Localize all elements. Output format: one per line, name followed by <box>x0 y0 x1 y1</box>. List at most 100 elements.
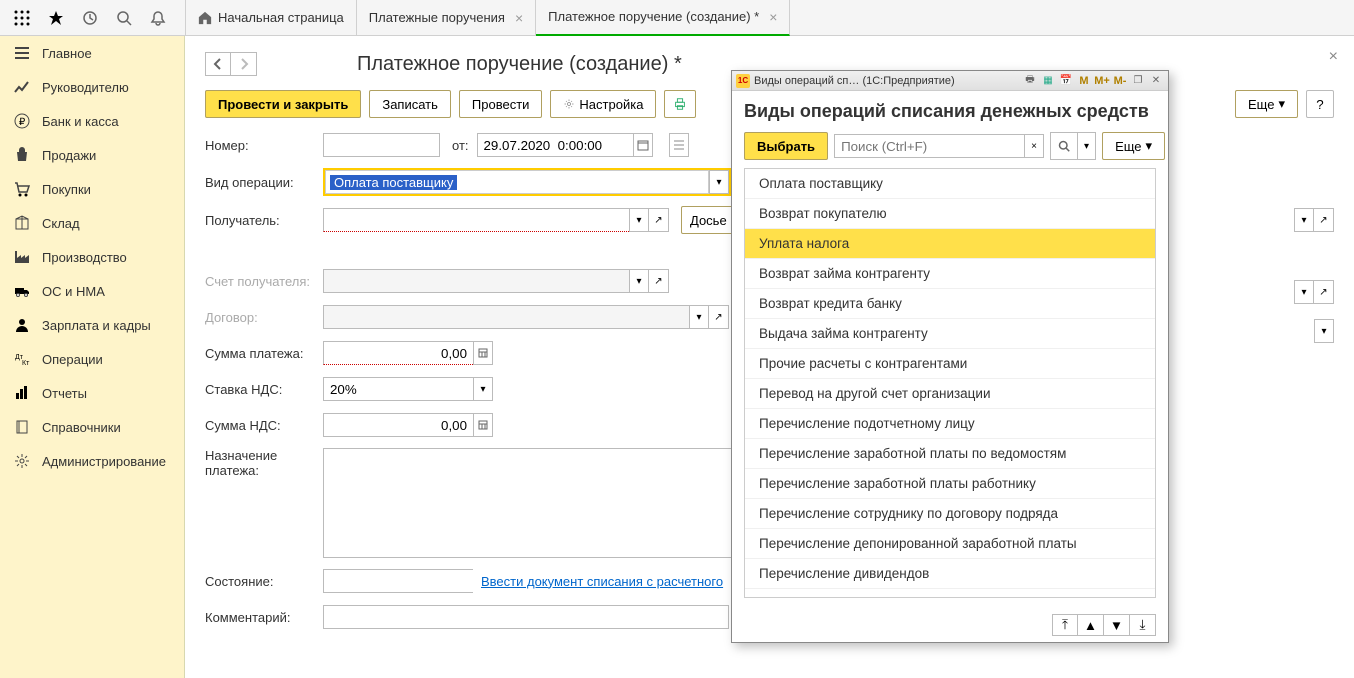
printer-icon <box>673 97 687 111</box>
sidebar-item-hr[interactable]: Зарплата и кадры <box>0 308 184 342</box>
comment-input[interactable] <box>323 605 729 629</box>
list-item[interactable]: Прочие расчеты с контрагентами <box>745 349 1155 379</box>
search-icon[interactable] <box>116 10 132 26</box>
last-button[interactable]: ⤓ <box>1130 614 1156 636</box>
open-button[interactable]: ↗ <box>709 305 729 329</box>
contract-label: Договор: <box>205 310 315 325</box>
tab-payments[interactable]: Платежные поручения × <box>357 0 536 36</box>
dropdown-button[interactable]: ▾ <box>629 269 649 293</box>
star-icon[interactable] <box>48 10 64 26</box>
close-icon[interactable]: ✕ <box>1148 74 1164 88</box>
date-input[interactable] <box>477 133 633 157</box>
open-button[interactable]: ↗ <box>649 208 669 232</box>
status-input[interactable] <box>323 569 473 593</box>
settings-button[interactable]: Настройка <box>550 90 656 118</box>
close-icon[interactable]: × <box>515 10 523 26</box>
first-button[interactable]: ⤒ <box>1052 614 1078 636</box>
sidebar-item-label: Администрирование <box>42 454 166 469</box>
dropdown-button[interactable]: ▾ <box>629 208 649 232</box>
operation-field[interactable]: Оплата поставщику ▾ <box>323 168 731 196</box>
forward-button[interactable] <box>231 52 257 76</box>
list-item[interactable]: Выдача займа работнику <box>745 589 1155 598</box>
sidebar-item-purchases[interactable]: Покупки <box>0 172 184 206</box>
sidebar-item-reports[interactable]: Отчеты <box>0 376 184 410</box>
apps-icon[interactable] <box>14 10 30 26</box>
list-item[interactable]: Перечисление депонированной заработной п… <box>745 529 1155 559</box>
open-button[interactable]: ↗ <box>1314 280 1334 304</box>
list-item[interactable]: Выдача займа контрагенту <box>745 319 1155 349</box>
list-item[interactable]: Возврат покупателю <box>745 199 1155 229</box>
dropdown-button[interactable]: ▾ <box>709 170 729 194</box>
help-button[interactable]: ? <box>1306 90 1334 118</box>
open-button[interactable]: ↗ <box>649 269 669 293</box>
amount-input[interactable] <box>323 341 473 365</box>
calendar-icon[interactable]: 📅 <box>1058 74 1074 88</box>
m-icon[interactable]: M <box>1076 74 1092 88</box>
up-button[interactable]: ▲ <box>1078 614 1104 636</box>
list-item[interactable]: Перечисление заработной платы работнику <box>745 469 1155 499</box>
search-input[interactable] <box>834 134 1024 158</box>
sidebar-item-assets[interactable]: ОС и НМА <box>0 274 184 308</box>
bell-icon[interactable] <box>150 10 166 26</box>
vat-amount-input[interactable] <box>323 413 473 437</box>
list-item[interactable]: Оплата поставщику <box>745 169 1155 199</box>
calculator-button[interactable] <box>473 341 493 365</box>
clear-search-button[interactable]: × <box>1024 134 1044 158</box>
dropdown-button[interactable]: ▾ <box>1294 280 1314 304</box>
save-button[interactable]: Записать <box>369 90 451 118</box>
more-button[interactable]: Еще ▾ <box>1102 132 1165 160</box>
list-item[interactable]: Возврат кредита банку <box>745 289 1155 319</box>
list-item[interactable]: Перевод на другой счет организации <box>745 379 1155 409</box>
list-button[interactable] <box>669 133 689 157</box>
sidebar-item-main[interactable]: Главное <box>0 36 184 70</box>
m-minus-icon[interactable]: M- <box>1112 74 1128 88</box>
open-button[interactable]: ↗ <box>1314 208 1334 232</box>
sidebar-item-admin[interactable]: Администрирование <box>0 444 184 478</box>
recipient-input[interactable] <box>323 208 629 232</box>
tab-home[interactable]: Начальная страница <box>185 0 357 36</box>
m-plus-icon[interactable]: M+ <box>1094 74 1110 88</box>
tab-payment-create[interactable]: Платежное поручение (создание) * × <box>536 0 790 36</box>
calendar-button[interactable] <box>633 133 653 157</box>
window-icon[interactable]: ❐ <box>1130 74 1146 88</box>
list-item[interactable]: Перечисление дивидендов <box>745 559 1155 589</box>
sidebar-item-bank[interactable]: ₽Банк и касса <box>0 104 184 138</box>
sidebar-item-production[interactable]: Производство <box>0 240 184 274</box>
list-item[interactable]: Перечисление подотчетному лицу <box>745 409 1155 439</box>
dropdown-button[interactable]: ▾ <box>1314 319 1334 343</box>
sidebar-item-operations[interactable]: ДтКтОперации <box>0 342 184 376</box>
list-item[interactable]: Уплата налога <box>745 229 1155 259</box>
select-button[interactable]: Выбрать <box>744 132 828 160</box>
history-icon[interactable] <box>82 10 98 26</box>
sidebar-item-label: Операции <box>42 352 103 367</box>
dropdown-button[interactable]: ▾ <box>1294 208 1314 232</box>
post-button[interactable]: Провести <box>459 90 543 118</box>
print-icon[interactable]: 🖶 <box>1022 74 1038 88</box>
search-button[interactable] <box>1050 132 1078 160</box>
modal-titlebar[interactable]: 1C Виды операций сп… (1С:Предприятие) 🖶 … <box>732 71 1168 91</box>
close-icon[interactable]: × <box>1329 48 1338 66</box>
more-button[interactable]: Еще ▾ <box>1235 90 1298 118</box>
dropdown-button[interactable]: ▾ <box>689 305 709 329</box>
down-button[interactable]: ▼ <box>1104 614 1130 636</box>
number-input[interactable] <box>323 133 440 157</box>
calculator-button[interactable] <box>473 413 493 437</box>
dossier-button[interactable]: Досье <box>681 206 736 234</box>
modal-title: Виды операций сп… (1С:Предприятие) <box>754 75 955 87</box>
close-icon[interactable]: × <box>769 9 777 25</box>
sidebar-item-manager[interactable]: Руководителю <box>0 70 184 104</box>
back-button[interactable] <box>205 52 231 76</box>
list-item[interactable]: Возврат займа контрагенту <box>745 259 1155 289</box>
dropdown-button[interactable]: ▾ <box>473 377 493 401</box>
status-link[interactable]: Ввести документ списания с расчетного <box>481 574 723 589</box>
sidebar-item-catalogs[interactable]: Справочники <box>0 410 184 444</box>
list-item[interactable]: Перечисление сотруднику по договору подр… <box>745 499 1155 529</box>
list-item[interactable]: Перечисление заработной платы по ведомос… <box>745 439 1155 469</box>
sidebar-item-warehouse[interactable]: Склад <box>0 206 184 240</box>
grid-icon[interactable]: ▦ <box>1040 74 1056 88</box>
print-button[interactable] <box>664 90 696 118</box>
post-and-close-button[interactable]: Провести и закрыть <box>205 90 361 118</box>
sidebar-item-sales[interactable]: Продажи <box>0 138 184 172</box>
search-dropdown-button[interactable]: ▾ <box>1078 132 1096 160</box>
vat-rate-input[interactable] <box>323 377 473 401</box>
